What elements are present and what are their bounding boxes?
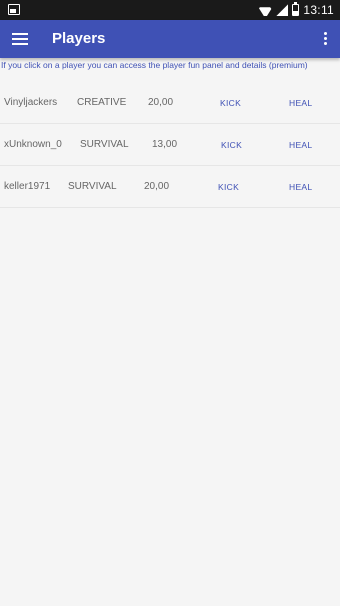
info-text: If you click on a player you can access … — [1, 60, 308, 70]
player-gamemode: CREATIVE — [77, 97, 127, 108]
player-row[interactable]: Vinyljackers CREATIVE 20,00 KICK HEAL — [0, 82, 340, 124]
player-health: 20,00 — [144, 181, 170, 192]
player-list: Vinyljackers CREATIVE 20,00 KICK HEAL xU… — [0, 82, 340, 208]
menu-icon[interactable] — [12, 31, 28, 47]
status-bar: 13:11 — [0, 0, 340, 20]
status-icons: 13:11 — [258, 2, 334, 18]
overflow-menu-icon[interactable] — [322, 30, 330, 48]
kick-button[interactable]: KICK — [221, 140, 242, 150]
player-gamemode: SURVIVAL — [68, 181, 117, 192]
kick-button[interactable]: KICK — [218, 182, 239, 192]
player-gamemode: SURVIVAL — [80, 139, 129, 150]
image-notification-icon — [8, 4, 20, 15]
app-bar: Players — [0, 20, 340, 58]
kick-button[interactable]: KICK — [220, 98, 241, 108]
wifi-icon — [258, 5, 272, 16]
player-row[interactable]: xUnknown_0 SURVIVAL 13,00 KICK HEAL — [0, 124, 340, 166]
player-name: Vinyljackers — [4, 97, 58, 108]
player-health: 13,00 — [152, 139, 178, 150]
page-title: Players — [52, 30, 106, 47]
signal-icon — [276, 4, 289, 16]
battery-icon — [292, 2, 300, 16]
heal-button[interactable]: HEAL — [289, 98, 312, 108]
heal-button[interactable]: HEAL — [289, 140, 312, 150]
status-time: 13:11 — [303, 3, 334, 17]
heal-button[interactable]: HEAL — [289, 182, 312, 192]
player-health: 20,00 — [148, 97, 174, 108]
player-row[interactable]: keller1971 SURVIVAL 20,00 KICK HEAL — [0, 166, 340, 208]
player-name: xUnknown_0 — [4, 139, 62, 150]
player-name: keller1971 — [4, 181, 51, 192]
